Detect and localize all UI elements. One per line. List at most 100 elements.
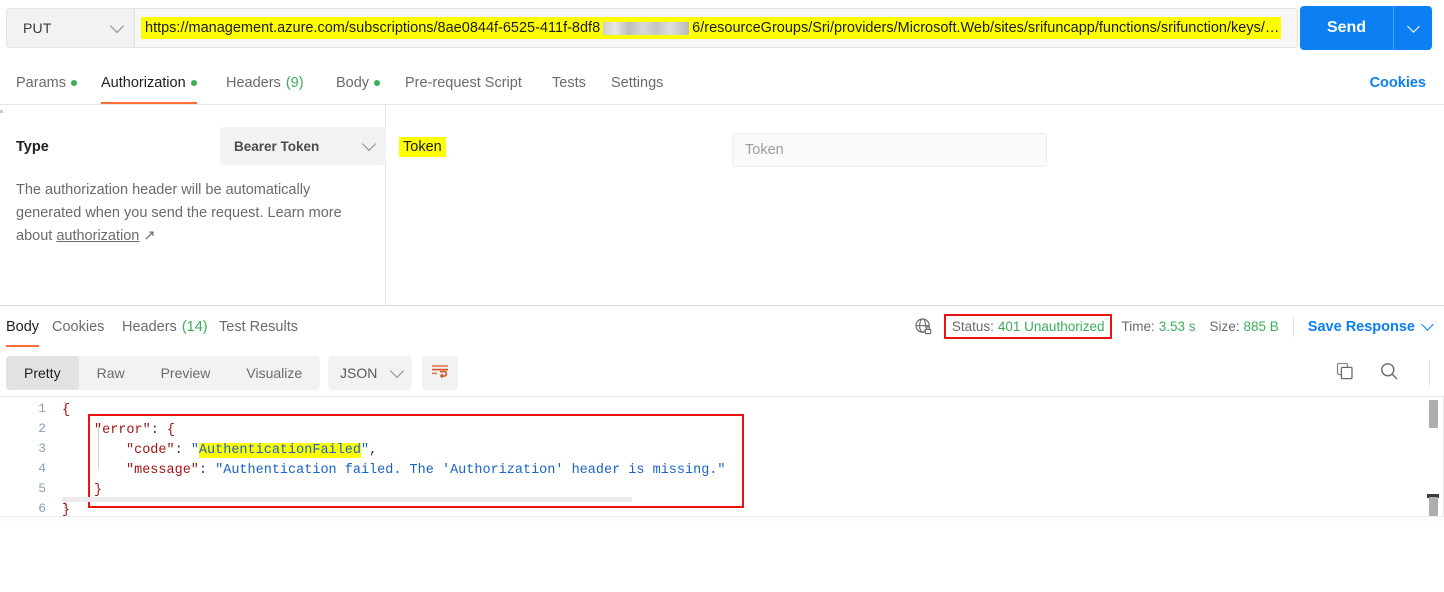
- code-token: ": [190, 443, 199, 458]
- code-line-2: "error": {: [62, 421, 175, 441]
- http-method-label: PUT: [23, 20, 52, 36]
- tab-body[interactable]: Body: [336, 62, 381, 104]
- view-mode-pretty[interactable]: Pretty: [6, 356, 79, 390]
- status-label: Status:: [951, 319, 994, 334]
- time-value: 3.53 s: [1158, 319, 1196, 334]
- url-text: https://management.azure.com/subscriptio…: [141, 17, 1282, 39]
- tab-params-label: Params: [16, 75, 66, 91]
- tab-authorization[interactable]: Authorization: [101, 62, 197, 104]
- active-tab-underline: [6, 344, 40, 347]
- body-format-value: JSON: [340, 365, 378, 381]
- line-number: 6: [38, 501, 46, 516]
- line-number-gutter: 1 2 3 4 5 6: [0, 397, 56, 527]
- code-token: {: [166, 423, 176, 438]
- line-number: 1: [38, 401, 46, 416]
- response-tab-bar: Body Cookies Headers (14) Test Results S…: [0, 306, 1444, 348]
- response-tab-body-label: Body: [6, 318, 40, 335]
- time-label: Time:: [1121, 319, 1155, 334]
- send-options-button[interactable]: [1394, 19, 1432, 33]
- size-label: Size:: [1209, 319, 1240, 334]
- body-format-select[interactable]: JSON: [328, 356, 412, 390]
- code-token: "message": [126, 463, 199, 478]
- response-tab-body[interactable]: Body: [6, 306, 40, 347]
- tab-settings-label: Settings: [611, 75, 664, 91]
- view-mode-raw[interactable]: Raw: [79, 356, 143, 390]
- response-tab-headers-count: (14): [181, 318, 208, 335]
- code-token: :: [150, 423, 167, 438]
- auth-description: The authorization header will be automat…: [16, 179, 356, 248]
- authorization-right-panel: Token Token: [387, 105, 1444, 305]
- code-token: "error": [94, 423, 151, 438]
- meta-divider: [1292, 316, 1294, 337]
- code-line-3: "code": "AuthenticationFailed",: [62, 441, 377, 461]
- view-mode-preview[interactable]: Preview: [143, 356, 229, 390]
- indent-guide: [98, 425, 99, 469]
- tab-pre-request-script-label: Pre-request Script: [405, 75, 522, 91]
- code-lines: { "error": { "code": "AuthenticationFail…: [62, 397, 1392, 527]
- code-token: ,: [369, 443, 378, 458]
- tab-settings[interactable]: Settings: [611, 62, 663, 104]
- response-meta: Status: 401 Unauthorized Time: 3.53 s Si…: [914, 306, 1434, 347]
- line-number: 3: [38, 441, 46, 456]
- code-token: {: [62, 403, 71, 418]
- authorization-learn-more-link[interactable]: authorization: [56, 228, 139, 244]
- auth-type-label: Type: [16, 139, 49, 155]
- tab-headers-label: Headers: [226, 75, 281, 91]
- request-tab-bar: Params Authorization Headers (9) Body Pr…: [0, 62, 1444, 105]
- chevron-down-icon: [361, 136, 377, 151]
- search-icon[interactable]: [1379, 361, 1399, 386]
- token-input-placeholder: Token: [745, 142, 784, 158]
- word-wrap-toggle[interactable]: [422, 356, 458, 390]
- code-line-1: {: [62, 401, 70, 421]
- view-mode-visualize[interactable]: Visualize: [228, 356, 320, 390]
- token-label: Token: [399, 137, 446, 157]
- code-line-4: "message": "Authentication failed. The '…: [62, 461, 726, 481]
- chevron-down-icon: [389, 363, 405, 378]
- url-prefix: https://management.azure.com/subscriptio…: [145, 20, 601, 36]
- send-button[interactable]: Send: [1300, 6, 1432, 50]
- vertical-scrollbar-thumb[interactable]: [1429, 400, 1438, 428]
- globe-lock-icon[interactable]: [914, 317, 933, 336]
- send-button-label: Send: [1326, 19, 1367, 36]
- bottom-strip: [0, 516, 1444, 526]
- code-token: :: [174, 443, 191, 458]
- cookies-link[interactable]: Cookies: [1370, 62, 1426, 104]
- code-token: "code": [126, 443, 175, 458]
- authorization-left-panel: Type Bearer Token The authorization head…: [0, 105, 386, 305]
- copy-icon[interactable]: [1335, 361, 1355, 386]
- line-number: 5: [38, 481, 46, 496]
- response-tab-headers[interactable]: Headers (14): [122, 306, 208, 347]
- response-tab-test-results[interactable]: Test Results: [219, 306, 298, 347]
- response-body-code[interactable]: 1 2 3 4 5 6 ⦙ ⦙ { "error": { "code": "Au…: [0, 396, 1444, 527]
- save-response-label: Save Response: [1307, 318, 1415, 335]
- chevron-down-icon: [1406, 19, 1420, 33]
- url-bar: PUT https://management.azure.com/subscri…: [0, 0, 1444, 56]
- code-token: :: [198, 463, 216, 478]
- response-tab-test-results-label: Test Results: [219, 318, 298, 335]
- tab-params[interactable]: Params: [16, 62, 77, 104]
- code-token-highlighted: AuthenticationFailed: [198, 443, 361, 458]
- tab-body-label: Body: [336, 75, 370, 91]
- response-tab-headers-label: Headers: [122, 318, 177, 335]
- tab-tests[interactable]: Tests: [552, 62, 586, 104]
- status-badge: Status: 401 Unauthorized: [943, 314, 1113, 339]
- status-value: 401 Unauthorized: [997, 319, 1105, 334]
- word-wrap-icon: [431, 363, 449, 383]
- code-token: ": [360, 443, 370, 458]
- auth-type-value: Bearer Token: [234, 138, 320, 154]
- redacted-block: [603, 21, 690, 35]
- horizontal-scrollbar[interactable]: [62, 497, 632, 502]
- token-input[interactable]: Token: [732, 133, 1047, 167]
- response-tab-cookies[interactable]: Cookies: [52, 306, 104, 347]
- code-token: "Authentication failed. The 'Authorizati…: [215, 463, 726, 478]
- tab-headers[interactable]: Headers (9): [226, 62, 304, 104]
- http-method-selector[interactable]: PUT: [6, 8, 134, 48]
- url-input[interactable]: https://management.azure.com/subscriptio…: [134, 8, 1298, 48]
- save-response-button[interactable]: Save Response: [1307, 318, 1434, 335]
- unsaved-dot-icon: [190, 80, 197, 86]
- auth-type-select[interactable]: Bearer Token: [220, 127, 386, 165]
- response-body-toolbar: Pretty Raw Preview Visualize JSON: [0, 352, 1444, 396]
- tab-tests-label: Tests: [552, 75, 586, 91]
- unsaved-dot-icon: [70, 80, 77, 86]
- tab-pre-request-script[interactable]: Pre-request Script: [405, 62, 522, 104]
